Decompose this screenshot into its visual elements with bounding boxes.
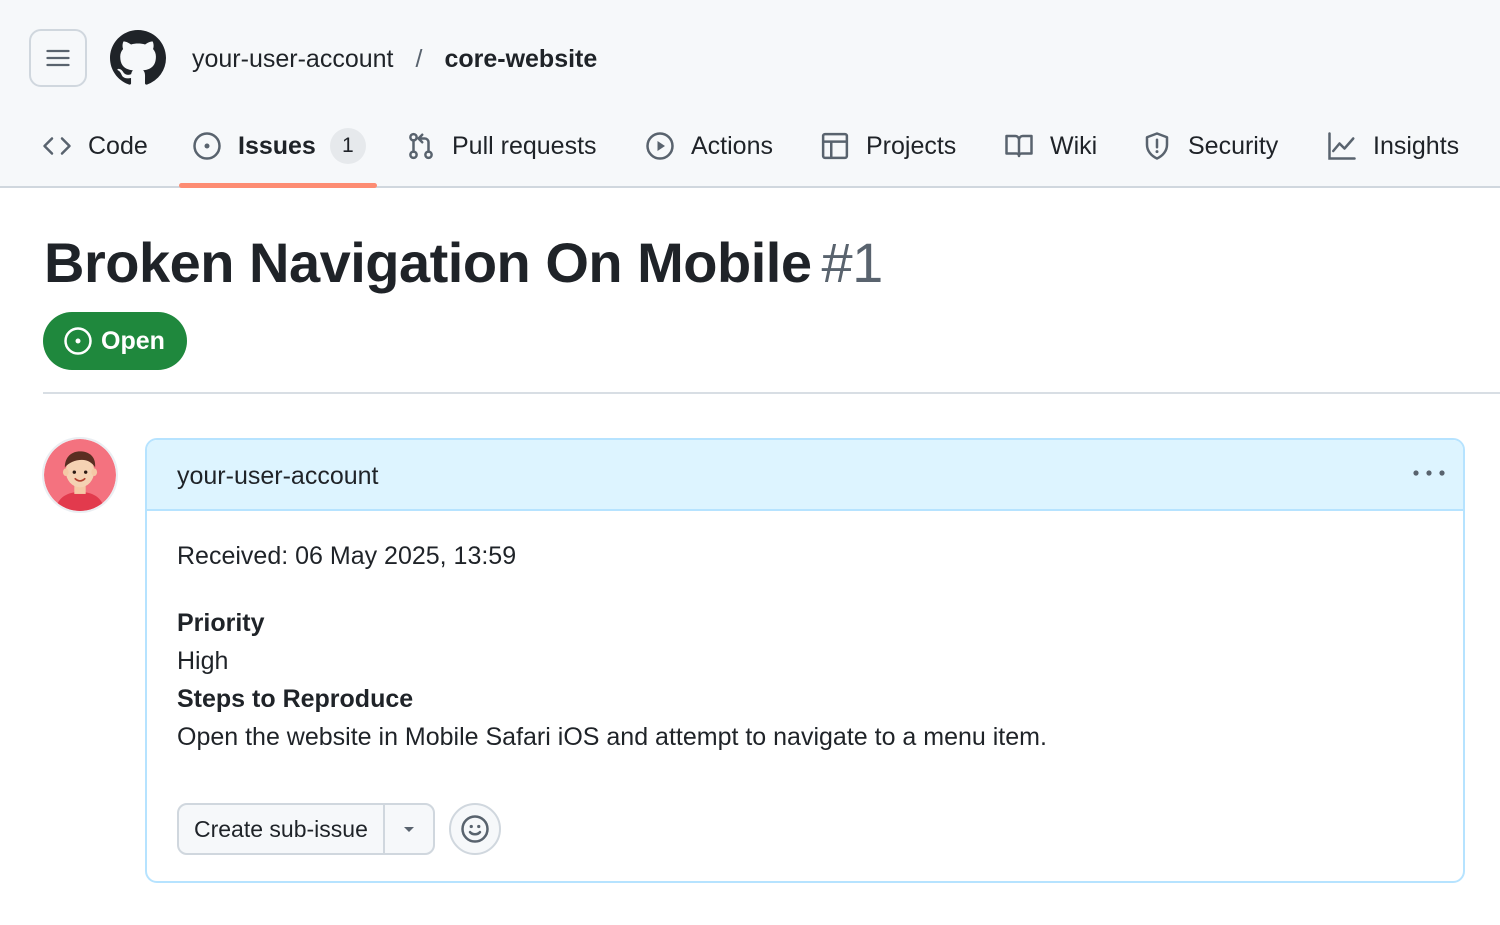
tab-label: Security — [1188, 131, 1279, 160]
tab-code[interactable]: Code — [42, 110, 148, 182]
hamburger-menu-button[interactable] — [29, 29, 87, 87]
issue-state-label: Open — [101, 326, 165, 355]
issues-count-badge: 1 — [329, 128, 366, 164]
tab-label: Code — [88, 131, 148, 160]
repo-name-link[interactable]: core-website — [444, 42, 597, 76]
tab-label: Pull requests — [452, 131, 597, 160]
create-sub-issue-button[interactable]: Create sub-issue — [179, 805, 385, 853]
received-timestamp: Received: 06 May 2025, 13:59 — [177, 542, 517, 570]
breadcrumb-separator: / — [415, 45, 423, 73]
smiley-icon — [461, 815, 489, 843]
tab-insights[interactable]: Insights — [1327, 110, 1459, 182]
play-icon — [646, 132, 674, 160]
comment-author-link[interactable]: your-user-account — [177, 460, 378, 492]
tab-label: Projects — [866, 131, 957, 160]
issue-title: Broken Navigation On Mobile #1 — [44, 228, 883, 298]
kebab-horizontal-icon — [1413, 470, 1445, 476]
tab-projects[interactable]: Projects — [820, 110, 956, 182]
sub-issue-dropdown-button[interactable] — [385, 805, 433, 853]
issue-title-text: Broken Navigation On Mobile — [44, 231, 812, 294]
selected-tab-indicator — [179, 183, 377, 188]
tab-issues[interactable]: Issues 1 — [192, 110, 366, 182]
tab-wiki[interactable]: Wiki — [1004, 110, 1097, 182]
comment-header: your-user-account — [147, 440, 1463, 511]
user-avatar-icon — [44, 439, 116, 511]
issue-state-badge: Open — [43, 312, 187, 370]
tab-label: Insights — [1373, 131, 1460, 160]
steps-heading: Steps to Reproduce — [177, 685, 414, 713]
tab-security[interactable]: Security — [1142, 110, 1278, 182]
comment-options-button[interactable] — [1411, 458, 1447, 488]
graph-icon — [1328, 132, 1356, 160]
issue-number: #1 — [821, 231, 883, 294]
add-reaction-button[interactable] — [449, 803, 501, 855]
table-icon — [821, 132, 849, 160]
repo-nav-tabs: Code Issues 1 Pull requests Actions Proj… — [0, 110, 1500, 188]
steps-value: Open the website in Mobile Safari iOS an… — [177, 723, 1047, 751]
priority-value: High — [177, 647, 229, 675]
repo-header: your-user-account / core-website Code Is… — [0, 0, 1500, 188]
github-logo-icon[interactable] — [110, 30, 166, 86]
priority-heading: Priority — [177, 609, 265, 637]
issue-opened-icon — [64, 327, 92, 355]
tab-pull-requests[interactable]: Pull requests — [406, 110, 597, 182]
repo-owner-link[interactable]: your-user-account — [192, 42, 393, 76]
triangle-down-icon — [403, 827, 414, 832]
code-icon — [43, 137, 71, 155]
shield-icon — [1145, 132, 1169, 160]
git-pull-request-icon — [409, 132, 433, 160]
tab-label: Wiki — [1050, 131, 1098, 160]
tab-actions[interactable]: Actions — [645, 110, 773, 182]
avatar[interactable] — [42, 437, 118, 513]
tab-label: Actions — [691, 131, 773, 160]
three-bars-icon — [46, 49, 70, 67]
book-icon — [1005, 134, 1033, 158]
create-sub-issue-group: Create sub-issue — [177, 803, 435, 855]
issue-opened-icon — [193, 132, 221, 160]
tab-label: Issues — [238, 131, 316, 160]
title-divider — [43, 392, 1500, 394]
breadcrumb: your-user-account / core-website — [192, 42, 597, 76]
issue-comment: your-user-account Received: 06 May 2025,… — [145, 438, 1465, 883]
